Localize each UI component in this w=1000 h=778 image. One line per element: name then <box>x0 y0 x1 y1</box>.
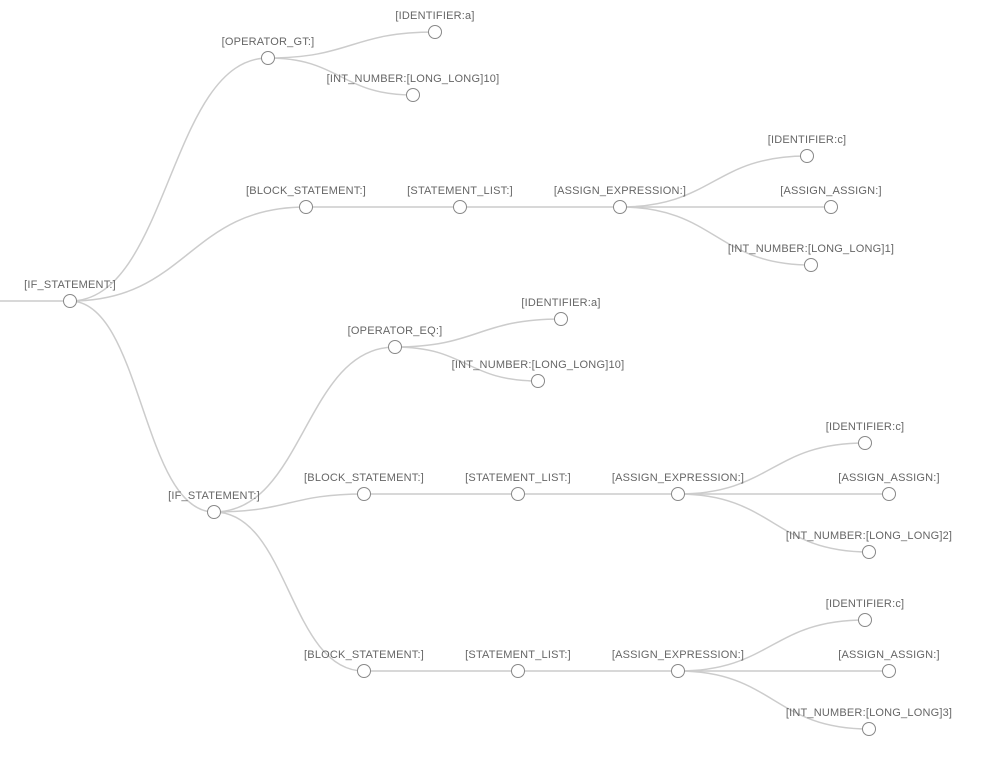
tree-node-label: [ASSIGN_ASSIGN:] <box>780 185 882 197</box>
tree-node <box>554 312 568 326</box>
tree-node <box>671 664 685 678</box>
edge <box>70 301 214 512</box>
tree-node <box>824 200 838 214</box>
tree-node <box>613 200 627 214</box>
tree-node-label: [INT_NUMBER:[LONG_LONG]1] <box>728 243 894 255</box>
tree-node <box>207 505 221 519</box>
tree-node-label: [IF_STATEMENT:] <box>168 490 260 502</box>
tree-node-label: [IF_STATEMENT:] <box>24 279 116 291</box>
tree-node-label: [INT_NUMBER:[LONG_LONG]3] <box>786 707 952 719</box>
tree-node-label: [STATEMENT_LIST:] <box>407 185 513 197</box>
tree-node-label: [ASSIGN_ASSIGN:] <box>838 472 940 484</box>
tree-node <box>882 664 896 678</box>
tree-node <box>511 664 525 678</box>
tree-edges <box>0 0 1000 778</box>
tree-node <box>357 487 371 501</box>
tree-node <box>511 487 525 501</box>
tree-node <box>804 258 818 272</box>
tree-node <box>453 200 467 214</box>
tree-node-label: [ASSIGN_EXPRESSION:] <box>612 649 744 661</box>
tree-node <box>388 340 402 354</box>
tree-node-label: [INT_NUMBER:[LONG_LONG]2] <box>786 530 952 542</box>
tree-node-label: [BLOCK_STATEMENT:] <box>304 649 424 661</box>
tree-node-label: [INT_NUMBER:[LONG_LONG]10] <box>327 73 500 85</box>
tree-node-label: [IDENTIFIER:a] <box>521 297 600 309</box>
tree-node-label: [OPERATOR_EQ:] <box>348 325 443 337</box>
tree-node <box>862 545 876 559</box>
tree-node <box>357 664 371 678</box>
tree-node-label: [INT_NUMBER:[LONG_LONG]10] <box>452 359 625 371</box>
tree-node-label: [STATEMENT_LIST:] <box>465 649 571 661</box>
tree-node <box>261 51 275 65</box>
tree-node-label: [ASSIGN_EXPRESSION:] <box>554 185 686 197</box>
tree-node <box>531 374 545 388</box>
edge <box>620 156 807 207</box>
tree-node-label: [OPERATOR_GT:] <box>222 36 315 48</box>
edge <box>620 207 811 265</box>
tree-node-label: [STATEMENT_LIST:] <box>465 472 571 484</box>
tree-node-label: [IDENTIFIER:c] <box>768 134 847 146</box>
tree-node <box>858 613 872 627</box>
edge <box>678 443 865 494</box>
tree-node <box>406 88 420 102</box>
tree-node-label: [BLOCK_STATEMENT:] <box>304 472 424 484</box>
edge <box>678 494 869 552</box>
tree-node-label: [ASSIGN_EXPRESSION:] <box>612 472 744 484</box>
tree-node <box>63 294 77 308</box>
tree-node <box>800 149 814 163</box>
tree-node <box>299 200 313 214</box>
tree-node <box>882 487 896 501</box>
edge <box>70 58 268 301</box>
tree-node <box>858 436 872 450</box>
tree-node-label: [IDENTIFIER:c] <box>826 598 905 610</box>
tree-node <box>671 487 685 501</box>
edge <box>678 620 865 671</box>
tree-node-label: [IDENTIFIER:c] <box>826 421 905 433</box>
edge <box>678 671 869 729</box>
edge <box>214 512 364 671</box>
tree-node-label: [BLOCK_STATEMENT:] <box>246 185 366 197</box>
tree-node <box>862 722 876 736</box>
tree-node-label: [ASSIGN_ASSIGN:] <box>838 649 940 661</box>
tree-node-label: [IDENTIFIER:a] <box>395 10 474 22</box>
tree-node <box>428 25 442 39</box>
